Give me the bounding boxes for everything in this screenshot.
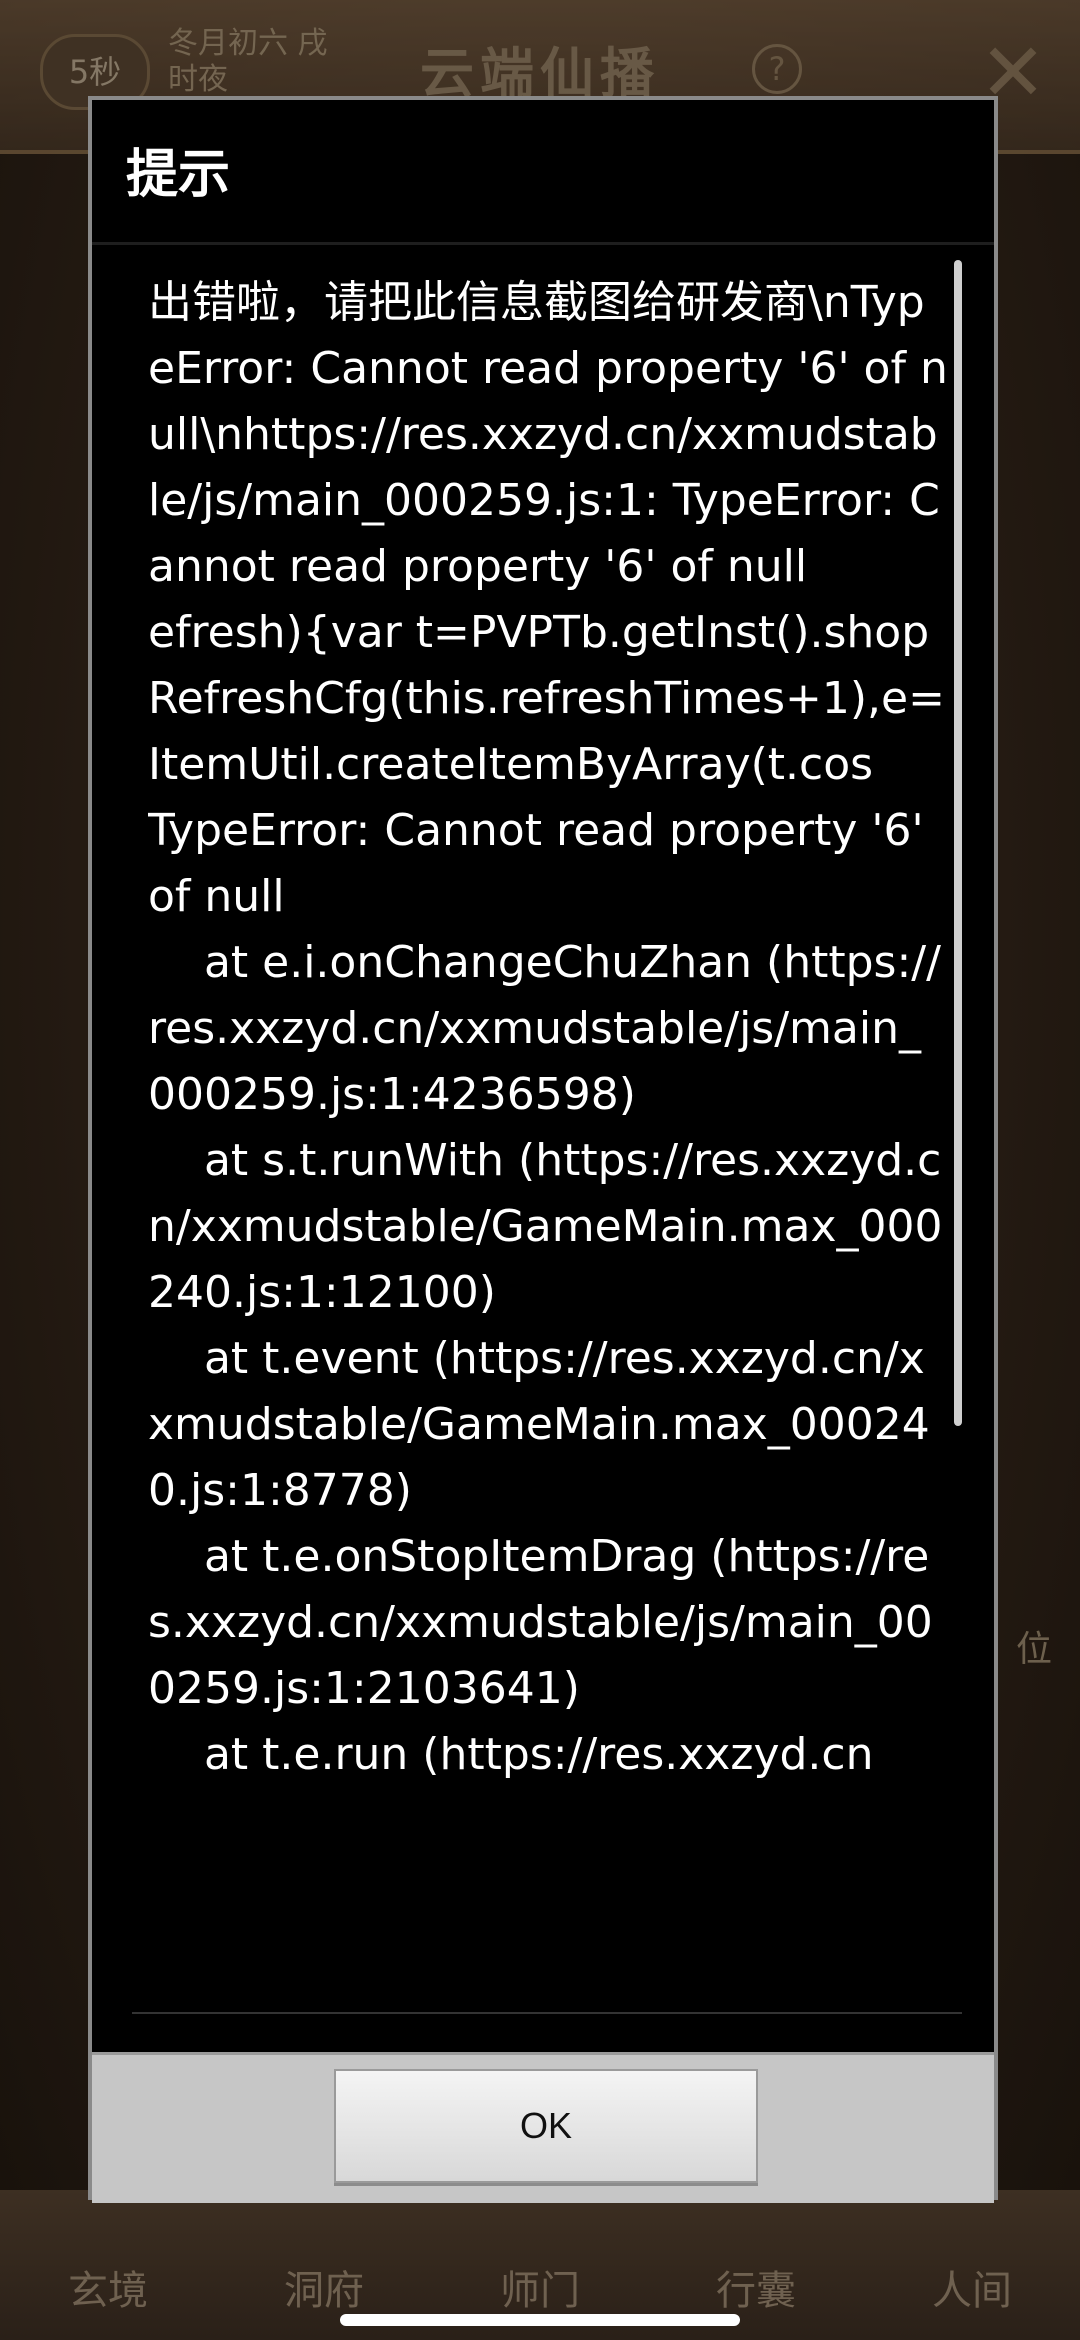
nav-item-xuanjing[interactable]: 玄境: [68, 2258, 148, 2316]
ok-button[interactable]: OK: [334, 2069, 758, 2183]
help-icon[interactable]: ?: [752, 44, 802, 94]
nav-item-xingnang[interactable]: 行囊: [716, 2258, 796, 2316]
dialog-button-panel: OK: [92, 2052, 994, 2203]
dialog-title: 提示: [126, 145, 231, 205]
error-dialog: 提示 出错啦，请把此信息截图给研发商\nTypeError: Cannot re…: [88, 96, 998, 2203]
nav-item-shimen[interactable]: 师门: [500, 2258, 580, 2316]
message-divider: [132, 2012, 962, 2014]
error-message: 出错啦，请把此信息截图给研发商\nTypeError: Cannot read …: [148, 277, 948, 1780]
message-scroll-area[interactable]: 出错啦，请把此信息截图给研发商\nTypeError: Cannot read …: [148, 270, 948, 2140]
nav-item-dongfu[interactable]: 洞府: [284, 2258, 364, 2316]
title-divider: [92, 242, 994, 245]
lunar-date: 冬月初六 戌时夜: [168, 26, 328, 97]
background-side-label: 位: [1016, 1629, 1053, 1670]
nav-item-renjian[interactable]: 人间: [932, 2258, 1012, 2316]
home-indicator[interactable]: [340, 2314, 740, 2326]
message-scrollbar[interactable]: [954, 260, 962, 1426]
